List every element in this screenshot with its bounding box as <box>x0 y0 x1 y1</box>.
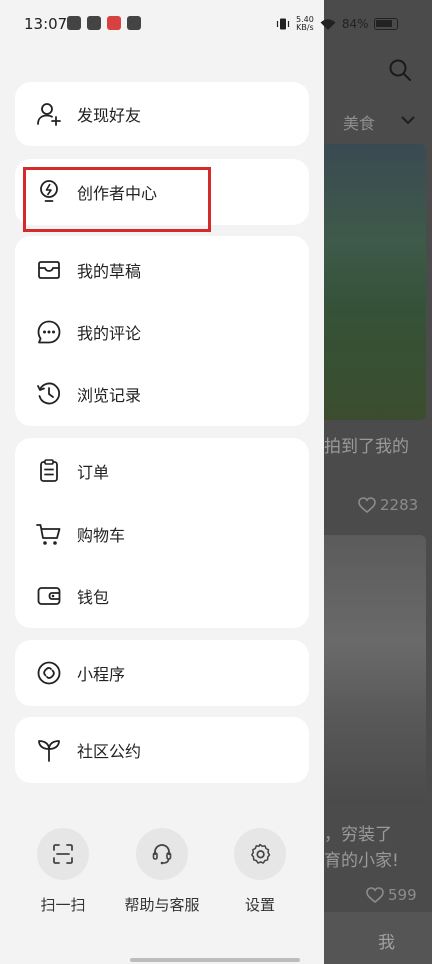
notification-app-icon <box>67 16 81 30</box>
background-like-count[interactable]: 599 <box>366 886 417 904</box>
menu-item-find-friends[interactable]: 发现好友 <box>15 84 309 144</box>
menu-item-label: 社区公约 <box>77 742 142 761</box>
notification-icons <box>67 16 141 30</box>
tool-label: 帮助与客服 <box>124 896 200 914</box>
card-community: 社区公约 <box>15 717 309 783</box>
tool-scan[interactable]: 扫一扫 <box>8 828 118 915</box>
history-icon <box>37 382 61 405</box>
highlight-box <box>23 167 211 232</box>
gear-icon <box>251 843 271 864</box>
link-icon <box>37 661 61 685</box>
add-user-icon <box>37 103 61 126</box>
like-count: 2283 <box>380 496 419 514</box>
menu-item-label: 订单 <box>77 463 110 482</box>
card-find-friends: 发现好友 <box>15 82 309 146</box>
drawer-tools: 扫一扫 帮助与客服 设置 <box>0 828 324 928</box>
side-drawer: 发现好友 创作者中心 我的草稿 我的评论 浏览记录 订单 购物车 钱包 小程序 … <box>0 0 324 964</box>
menu-item-mini-programs[interactable]: 小程序 <box>15 643 309 703</box>
status-right: 5.40 KB/s 84% <box>276 16 399 32</box>
menu-item-drafts[interactable]: 我的草稿 <box>15 240 309 300</box>
caption-line: ，穷装了 <box>324 825 392 845</box>
tool-label: 设置 <box>244 896 275 914</box>
scan-icon <box>53 844 73 864</box>
tool-help[interactable]: 帮助与客服 <box>107 828 217 915</box>
tool-settings[interactable]: 设置 <box>205 828 315 915</box>
network-speed: 5.40 KB/s <box>296 16 314 32</box>
menu-item-label: 发现好友 <box>77 106 142 125</box>
menu-item-label: 钱包 <box>77 588 110 607</box>
menu-item-label: 小程序 <box>77 665 126 684</box>
notification-app-icon <box>127 16 141 30</box>
background-feed-card[interactable] <box>324 535 426 805</box>
menu-item-comments[interactable]: 我的评论 <box>15 302 309 362</box>
menu-item-community-rules[interactable]: 社区公约 <box>15 720 309 780</box>
battery-icon <box>374 18 399 30</box>
menu-item-orders[interactable]: 订单 <box>15 441 309 501</box>
notification-app-icon <box>87 16 101 30</box>
menu-item-label: 购物车 <box>77 526 126 545</box>
vibrate-icon <box>276 18 290 30</box>
tool-settings-circle[interactable] <box>234 828 286 880</box>
battery-percent: 84% <box>341 17 369 31</box>
wifi-icon <box>320 18 336 30</box>
headset-icon <box>152 844 172 865</box>
menu-item-cart[interactable]: 购物车 <box>15 504 309 564</box>
menu-item-wallet[interactable]: 钱包 <box>15 566 309 626</box>
like-count: 599 <box>388 886 417 904</box>
wallet-icon <box>37 587 61 605</box>
background-feed-card[interactable] <box>324 144 426 420</box>
cart-icon <box>36 524 61 545</box>
inbox-icon <box>38 261 60 279</box>
clipboard-icon <box>40 459 58 482</box>
notification-app-icon <box>107 16 121 30</box>
background-card-caption: ，穷装了 育的小家! <box>324 822 426 874</box>
chevron-down-icon[interactable] <box>400 112 416 128</box>
card-mini-programs: 小程序 <box>15 640 309 706</box>
menu-item-label: 我的草稿 <box>77 262 142 281</box>
home-indicator <box>130 958 300 962</box>
heart-icon <box>366 887 384 903</box>
menu-item-history[interactable]: 浏览记录 <box>15 364 309 424</box>
heart-icon <box>358 497 376 513</box>
status-bar: 13:07 5.40 KB/s 84% <box>0 0 432 50</box>
menu-item-label: 浏览记录 <box>77 386 142 405</box>
comment-icon <box>37 320 61 344</box>
tool-scan-circle[interactable] <box>37 828 89 880</box>
caption-line: 育的小家! <box>324 851 399 871</box>
card-content: 我的草稿 我的评论 浏览记录 <box>15 236 309 426</box>
tool-label: 扫一扫 <box>40 896 86 914</box>
background-card-caption: 拍到了我的 <box>324 437 409 457</box>
background-like-count[interactable]: 2283 <box>358 496 418 514</box>
bottom-nav-me[interactable]: 我 <box>378 928 395 953</box>
menu-item-label: 我的评论 <box>77 324 142 343</box>
card-shopping: 订单 购物车 钱包 <box>15 438 309 628</box>
background-tab-label[interactable]: 美食 <box>343 110 375 134</box>
network-speed-unit: KB/s <box>296 23 314 32</box>
sprout-icon <box>38 740 60 762</box>
search-icon[interactable] <box>388 58 412 82</box>
tool-help-circle[interactable] <box>136 828 188 880</box>
status-time: 13:07 <box>24 15 68 33</box>
